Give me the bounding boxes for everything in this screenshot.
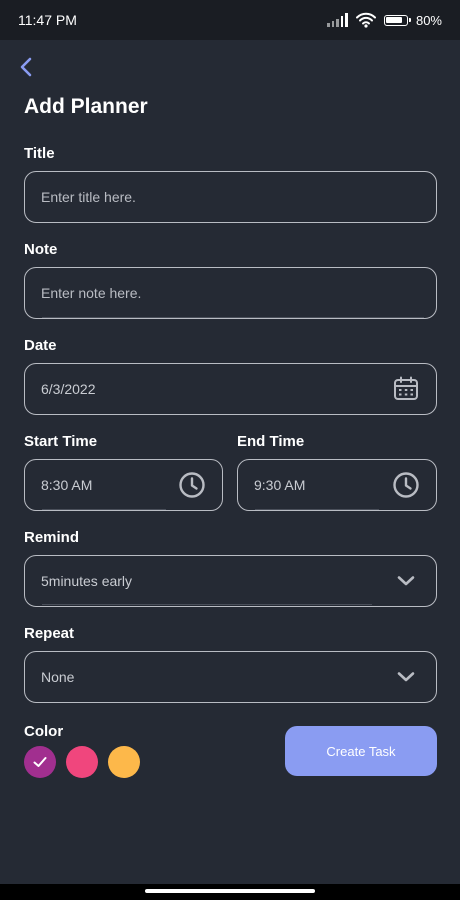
clock-icon [179, 472, 205, 498]
color-swatch-purple[interactable] [24, 746, 56, 778]
note-input[interactable] [41, 285, 420, 301]
color-label: Color [24, 723, 64, 740]
remind-underline [42, 604, 372, 605]
start-time-underline [42, 509, 166, 510]
status-bar: 11:47 PM 80% [0, 0, 460, 40]
remind-select[interactable]: 5minutes early [24, 555, 437, 607]
repeat-dropdown-toggle[interactable] [392, 663, 420, 691]
battery-percent: 80% [415, 12, 442, 28]
chevron-left-icon [20, 57, 32, 77]
chevron-down-icon [397, 672, 415, 682]
color-swatch-orange[interactable] [108, 746, 140, 778]
repeat-label: Repeat [24, 625, 75, 642]
end-time-value: 9:30 AM [254, 477, 306, 493]
remind-dropdown-toggle[interactable] [392, 567, 420, 595]
create-task-button[interactable]: Create Task [285, 726, 437, 776]
status-time: 11:47 PM [18, 12, 77, 28]
date-field[interactable]: 6/3/2022 [24, 363, 437, 415]
title-label: Title [24, 145, 55, 162]
color-swatch-pink[interactable] [66, 746, 98, 778]
wifi-icon [355, 12, 376, 28]
note-label: Note [24, 241, 58, 258]
start-time-field[interactable]: 8:30 AM [24, 459, 223, 511]
home-indicator[interactable] [145, 889, 315, 893]
chevron-down-icon [397, 576, 415, 586]
date-label: Date [24, 337, 57, 354]
back-button[interactable] [14, 54, 40, 80]
status-icons: 80% [327, 12, 442, 28]
start-time-label: Start Time [24, 433, 98, 450]
battery-icon [383, 14, 411, 26]
clock-icon [393, 472, 419, 498]
signal-icon [327, 13, 348, 27]
repeat-select[interactable]: None [24, 651, 437, 703]
repeat-value: None [41, 669, 75, 685]
check-icon [33, 757, 47, 767]
title-field[interactable] [24, 171, 437, 223]
start-time-clock-button[interactable] [178, 471, 206, 499]
page-title: Add Planner [24, 95, 148, 118]
end-time-clock-button[interactable] [392, 471, 420, 499]
note-underline [42, 317, 424, 318]
remind-value: 5minutes early [41, 573, 133, 589]
calendar-icon [394, 376, 418, 400]
note-field[interactable] [24, 267, 437, 319]
end-time-underline [255, 509, 379, 510]
calendar-button[interactable] [392, 375, 420, 403]
date-value: 6/3/2022 [41, 381, 96, 397]
title-input[interactable] [41, 189, 420, 205]
start-time-value: 8:30 AM [41, 477, 93, 493]
end-time-label: End Time [237, 433, 305, 450]
end-time-field[interactable]: 9:30 AM [237, 459, 437, 511]
remind-label: Remind [24, 529, 80, 546]
